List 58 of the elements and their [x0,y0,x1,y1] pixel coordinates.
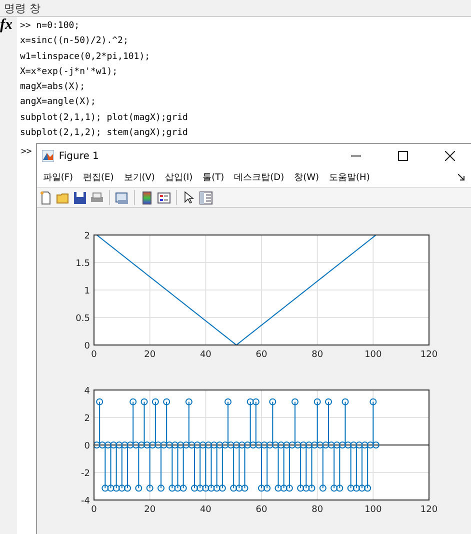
tick-label: 80 [311,505,323,515]
tick-label: 0.5 [76,314,90,324]
tick-label: 2 [84,414,90,424]
tick-label: 1 [84,286,90,296]
tick-label: 60 [256,505,268,515]
tick-label: 60 [256,350,268,360]
window-title: Figure 1 [58,150,99,162]
menu-item[interactable]: 보기(V) [124,171,155,184]
tick-label: 0 [90,505,97,515]
maximize-icon[interactable] [398,151,408,161]
command-line: angX=angle(X); [20,96,97,110]
tick-label: 40 [200,350,212,360]
command-line: magX=abs(X); [20,81,86,94]
tick-label: 0 [84,442,90,452]
folder-icon[interactable] [56,190,70,205]
close-icon[interactable] [445,151,455,161]
legend-icon[interactable] [156,190,171,205]
tick-label: 4 [84,386,90,396]
tick-label: 1.5 [76,259,90,269]
tick-label: -4 [80,496,90,506]
tick-label: 0 [84,342,90,352]
new-file-icon[interactable] [38,190,53,205]
app-icon [42,150,54,162]
tick-label: -2 [80,469,90,479]
command-line: w1=linspace(0,2*pi,101); [20,50,152,64]
save-icon[interactable] [72,190,87,205]
minimize-icon[interactable] [351,155,361,157]
menu-item[interactable]: 파일(F) [42,171,74,184]
command-prompt: >> [20,146,33,157]
tick-label: 80 [311,350,323,360]
tick-label: 20 [144,350,156,360]
menu-item[interactable]: 삽입(I) [164,171,193,184]
window-icon[interactable] [114,190,129,205]
command-line: X=x*exp(-j*n'*w1); [20,66,119,79]
panel-title: 명령 창 [0,0,471,17]
tick-label: 120 [420,350,438,360]
menu-item[interactable]: 툴(T) [202,171,224,184]
cursor-icon[interactable] [182,190,196,205]
tick-label: 20 [144,505,156,515]
tick-label: 2 [84,232,90,242]
command-line: >> n=0:100; [20,20,81,33]
printer-icon[interactable] [90,190,104,205]
dock-arrow-icon[interactable] [458,174,465,182]
menu-item[interactable]: 편집(E) [83,171,114,184]
menu-item[interactable]: 창(W) [294,171,320,184]
tick-label: 0 [90,350,97,360]
menu-item[interactable]: 데스크탑(D) [234,171,284,184]
tick-label: 100 [364,505,382,515]
tick-label: 120 [420,505,438,515]
function-button[interactable]: fx [0,17,12,34]
tick-label: 100 [364,350,382,360]
command-line: subplot(2,1,1); plot(magX);grid [20,112,189,125]
command-line: subplot(2,1,2); stem(angX);grid [20,127,189,140]
tick-label: 40 [200,505,212,515]
panel-icon[interactable] [198,190,213,205]
menu-item[interactable]: 도움말(H) [329,171,370,184]
command-line: x=sinc((n-50)/2).^2; [20,35,130,48]
colorbar-icon[interactable] [140,190,154,205]
